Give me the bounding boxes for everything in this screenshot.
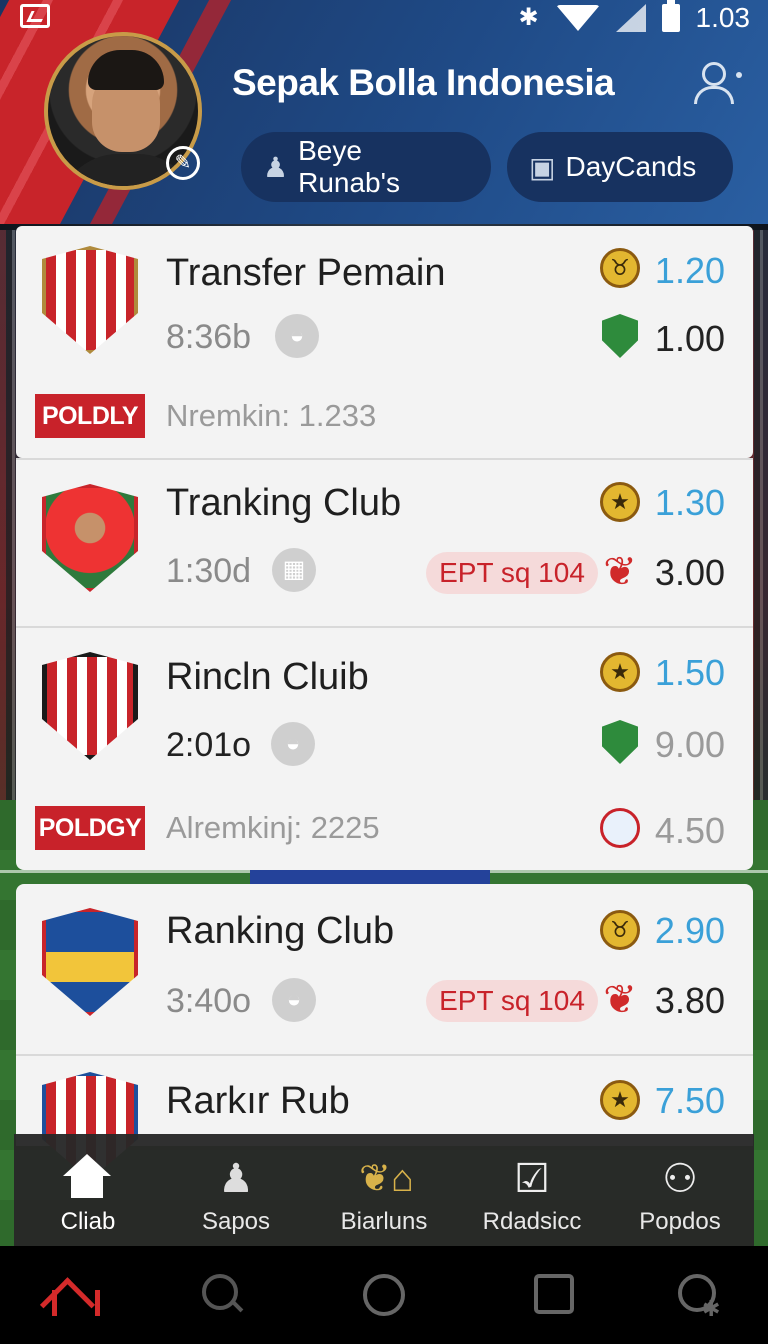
odds-value[interactable]: 1.20 (655, 250, 725, 292)
star-coin-icon: ★ (600, 482, 640, 522)
card-title: Transfer Pemain (166, 252, 446, 294)
card-footer: Nremkin: 1.233 (166, 398, 377, 433)
status-badge: POLDGY (35, 806, 145, 850)
battery-icon (661, 0, 680, 32)
pin-icon: ◒ (275, 314, 319, 358)
user-icon: ⚇ (662, 1157, 698, 1201)
nav-search-icon[interactable] (200, 1274, 244, 1318)
card-footer: Alremkinj: 2225 (166, 810, 380, 845)
tab-label: Cliab (60, 1208, 116, 1235)
bluetooth-icon: ✱ (518, 4, 539, 31)
tab-label: Rdadsicc (482, 1208, 582, 1235)
odds-value[interactable]: 7.50 (655, 1080, 725, 1122)
odds-value[interactable]: 4.50 (655, 810, 725, 852)
odds-value[interactable]: 1.00 (655, 318, 725, 360)
card-time: 8:36b (166, 318, 252, 356)
app-header: ✱ 1.03 ✎ Sepak Bolla Indonesia ♟ Beye Ru… (0, 0, 768, 224)
calculator-icon: ▦ (272, 548, 316, 592)
status-time: 1.03 (695, 2, 751, 33)
tab-sapos[interactable]: ♟ Sapos (162, 1134, 310, 1246)
home-icon (63, 1154, 113, 1204)
card-title: Rarkır Rub (166, 1080, 350, 1122)
bull-coin-icon: ♉ (600, 910, 640, 950)
profile-icon-head (702, 62, 726, 86)
status-bar: ✱ 1.03 (0, 0, 768, 36)
profile-icon[interactable] (694, 62, 742, 104)
club-crest-icon (42, 908, 138, 1018)
bag-icon: ▣ (529, 151, 556, 183)
card-title: Ranking Club (166, 910, 395, 952)
card-title: Rincln Cluib (166, 656, 369, 698)
star-coin-icon: ★ (600, 652, 640, 692)
tab-rdadsicc[interactable]: ☑ Rdadsicc (458, 1134, 606, 1246)
odds-value[interactable]: 1.30 (655, 482, 725, 524)
tab-label: Popdos (639, 1208, 721, 1235)
star-coin-icon: ★ (600, 1080, 640, 1120)
system-nav-bar (0, 1246, 768, 1344)
card-title: Tranking Club (166, 482, 402, 524)
odds-value[interactable]: 1.50 (655, 652, 725, 694)
tab-label: Sapos (201, 1208, 271, 1235)
tab-club[interactable]: Cliab (14, 1134, 162, 1246)
club-crest-icon (42, 246, 138, 356)
tab-label: Biarluns (340, 1208, 428, 1235)
card-time: 3:40o (166, 982, 252, 1020)
nav-home-icon[interactable] (48, 1274, 100, 1318)
odds-value[interactable]: 3.80 (655, 980, 725, 1022)
bull-coin-icon: ♉ (600, 248, 640, 288)
nav-settings-search-icon[interactable] (676, 1274, 720, 1322)
green-shield-icon (602, 720, 638, 764)
nav-square-icon[interactable] (534, 1274, 574, 1314)
list-item[interactable]: Rincln Cluib 2:01o ◒ ★ 1.50 9.00 POLDGY … (16, 628, 753, 870)
checkbox-icon: ☑ (514, 1157, 550, 1201)
tab-biarluns[interactable]: ❦⌂ Biarluns (310, 1134, 458, 1246)
card-time: 1:30d (166, 552, 252, 590)
card-time: 2:01o (166, 726, 252, 764)
avatar-hair (88, 50, 164, 90)
laurel-house-icon: ❦⌂ (359, 1158, 414, 1200)
page-title: Sepak Bolla Indonesia (232, 62, 615, 103)
odds-value[interactable]: 3.00 (655, 552, 725, 594)
header-pill-2[interactable]: ▣ DayCands (507, 132, 733, 202)
status-badge: POLDLY (35, 394, 145, 438)
odds-value[interactable]: 2.90 (655, 910, 725, 952)
ept-badge: EPT sq 104 (426, 980, 598, 1022)
profile-icon-body (694, 86, 734, 104)
club-crest-icon (42, 652, 138, 762)
pill-label: Beye Runab's (298, 135, 400, 198)
list-item[interactable]: Tranking Club 1:30d ▦ EPT sq 104 ★ 1.30 … (16, 460, 753, 626)
pin-icon: ◒ (271, 722, 315, 766)
red-bird-icon: ❦ (603, 550, 637, 594)
wifi-icon (555, 5, 600, 31)
edit-avatar-icon[interactable]: ✎ (166, 146, 200, 180)
red-bird-icon: ❦ (603, 978, 637, 1022)
list-item[interactable]: Rarkır Rub ★ 7.50 (16, 1056, 753, 1180)
figure-icon: ♟ (263, 151, 289, 183)
pill-label: DayCands (565, 151, 697, 182)
person-icon: ♟ (218, 1157, 254, 1201)
pin-icon: ◒ (272, 978, 316, 1022)
profile-icon-dot (736, 72, 742, 78)
tab-popdos[interactable]: ⚇ Popdos (606, 1134, 754, 1246)
list-item[interactable]: Transfer Pemain 8:36b ◒ ♉ 1.20 1.00 POLD… (16, 226, 753, 458)
header-pill-1[interactable]: ♟ Beye Runab's (241, 132, 491, 202)
ept-badge: EPT sq 104 (426, 552, 598, 594)
signal-icon (615, 4, 646, 32)
gallery-icon (20, 4, 50, 28)
club-crest-icon (42, 484, 138, 594)
nav-circle-icon[interactable] (363, 1274, 405, 1316)
odds-value[interactable]: 9.00 (655, 724, 725, 766)
green-shield-icon (602, 314, 638, 358)
app-tab-bar: Cliab ♟ Sapos ❦⌂ Biarluns ☑ Rdadsicc ⚇ P… (14, 1134, 754, 1246)
round-crest-icon (600, 808, 640, 848)
list-item[interactable]: Ranking Club 3:40o ◒ EPT sq 104 ♉ 2.90 ❦… (16, 884, 753, 1054)
